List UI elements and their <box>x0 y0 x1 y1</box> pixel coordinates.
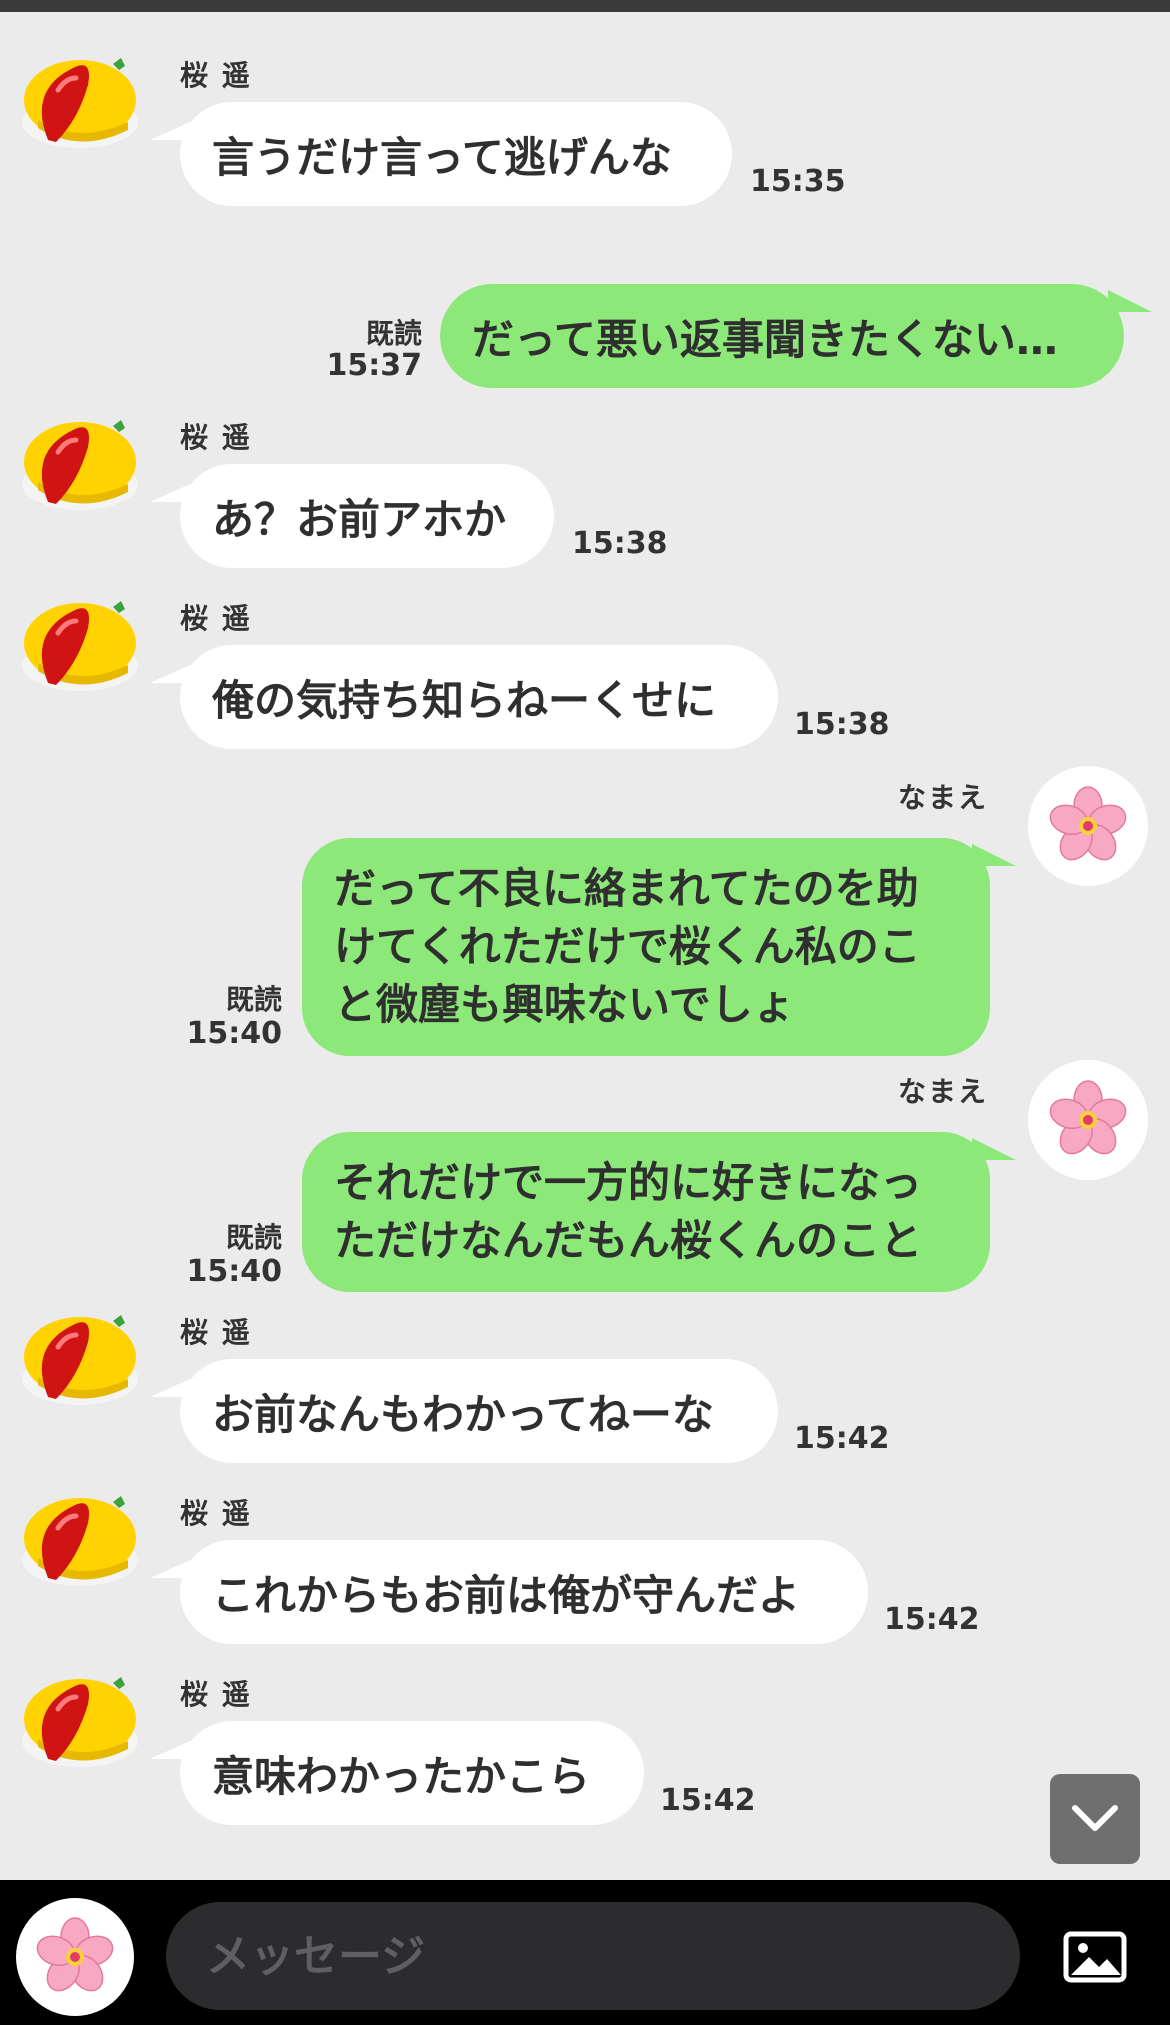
bubble-tail <box>1108 290 1152 312</box>
status-bar <box>0 0 1170 12</box>
message-line: だって不良に絡まれてたのを助 <box>334 864 919 913</box>
message-input[interactable] <box>166 1902 1020 2010</box>
message-time: 15:42 <box>794 1421 890 1456</box>
image-icon <box>1063 1931 1127 1983</box>
message-line: と微塵も興味ないでしょ <box>334 980 795 1029</box>
chevron-down-icon <box>1072 1805 1118 1831</box>
message-time: 15:42 <box>660 1783 756 1818</box>
message-time: 15:35 <box>750 164 846 199</box>
cherry-blossom-icon[interactable] <box>1028 766 1148 886</box>
omelet-icon[interactable] <box>18 1488 142 1592</box>
bubble-tail <box>972 844 1016 866</box>
sender-name: なまえ <box>898 1075 989 1108</box>
message-time: 15:38 <box>794 707 890 742</box>
read-receipt: 既読 <box>225 983 282 1016</box>
message-time: 15:40 <box>186 1254 283 1289</box>
omelet-icon[interactable] <box>18 1669 142 1773</box>
message-time: 15:40 <box>186 1016 283 1051</box>
message-bubble[interactable]: お前なんもわかってねーな <box>180 1359 778 1463</box>
message-time: 15:38 <box>572 526 668 561</box>
message-bubble[interactable]: これからもお前は俺が守んだよ <box>180 1540 868 1644</box>
sender-name: 桜 遥 <box>180 59 252 92</box>
sender-name: 桜 遥 <box>180 1316 252 1349</box>
read-receipt: 既読 <box>225 1221 282 1254</box>
sender-name: 桜 遥 <box>180 602 252 635</box>
sender-name: なまえ <box>898 781 989 814</box>
omelet-icon[interactable] <box>18 412 142 516</box>
omelet-icon[interactable] <box>18 1307 142 1411</box>
omelet-icon[interactable] <box>18 593 142 697</box>
sender-name: 桜 遥 <box>180 1497 252 1530</box>
scroll-down-button[interactable] <box>1050 1774 1140 1864</box>
omelet-icon[interactable] <box>18 50 142 154</box>
chat-area[interactable]: 桜 遥 言うだけ言って逃げんな 15:35 既読 15:37 だって悪い返事聞き… <box>0 12 1170 1880</box>
read-receipt: 既読 <box>365 317 422 350</box>
message-bubble[interactable]: だって悪い返事聞きたくない… <box>440 284 1124 388</box>
sender-name: 桜 遥 <box>180 1678 252 1711</box>
message-time: 15:42 <box>884 1602 980 1637</box>
message-bubble[interactable]: それだけで一方的に好きになっ ただけなんだもん桜くんのこと <box>302 1132 990 1292</box>
message-line: けてくれただけで桜くん私のこ <box>334 922 921 971</box>
cherry-blossom-icon[interactable] <box>1028 1060 1148 1180</box>
cherry-blossom-icon[interactable] <box>16 1898 134 2016</box>
image-button[interactable] <box>1056 1926 1134 1988</box>
message-bubble[interactable]: あ？お前アホか <box>180 464 554 568</box>
bubble-tail <box>972 1138 1016 1160</box>
sender-name: 桜 遥 <box>180 421 252 454</box>
message-line: ただけなんだもん桜くんのこと <box>334 1216 923 1265</box>
composer-bar <box>0 1880 1170 2025</box>
message-bubble[interactable]: 言うだけ言って逃げんな <box>180 102 732 206</box>
message-line: それだけで一方的に好きになっ <box>334 1158 923 1207</box>
message-bubble[interactable]: 俺の気持ち知らねーくせに <box>180 645 778 749</box>
message-bubble[interactable]: だって不良に絡まれてたのを助 けてくれただけで桜くん私のこ と微塵も興味ないでし… <box>302 838 990 1056</box>
message-time: 15:37 <box>326 348 423 383</box>
message-bubble[interactable]: 意味わかったかこら <box>180 1721 644 1825</box>
